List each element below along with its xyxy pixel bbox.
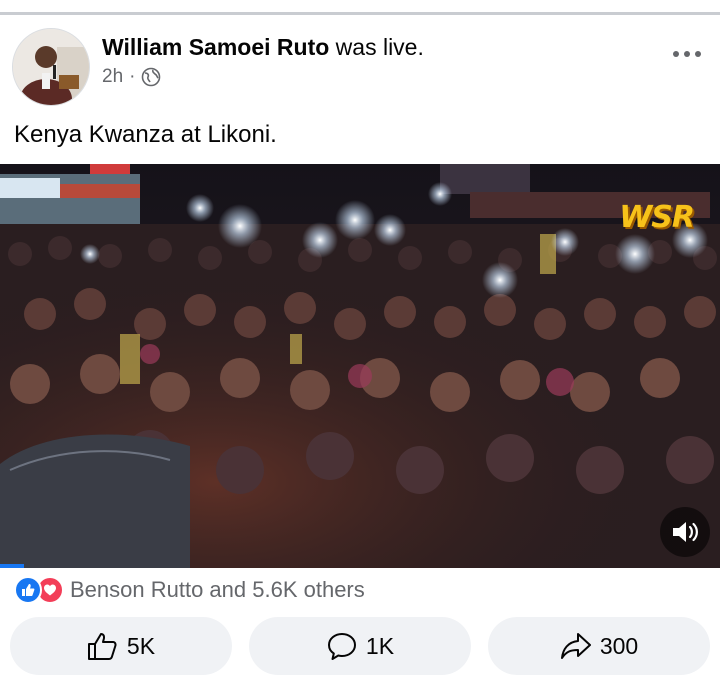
more-options-button[interactable] bbox=[672, 44, 702, 64]
like-count: 5K bbox=[126, 632, 156, 659]
comment-icon bbox=[327, 633, 356, 660]
post-text: Kenya Kwanza at Likoni. bbox=[14, 121, 277, 148]
thumbs-up-icon bbox=[87, 633, 117, 660]
comment-button[interactable]: 1K bbox=[249, 617, 471, 675]
more-dots-icon bbox=[673, 51, 701, 57]
author-name[interactable]: William Samoei Ruto bbox=[102, 34, 329, 60]
sound-toggle-button[interactable] bbox=[660, 507, 710, 557]
share-count: 300 bbox=[599, 632, 639, 659]
author-line: William Samoei Ruto was live. bbox=[102, 34, 424, 61]
share-icon bbox=[560, 633, 591, 659]
share-button[interactable]: 300 bbox=[488, 617, 710, 675]
comment-count: 1K bbox=[365, 632, 395, 659]
like-icon bbox=[14, 576, 42, 604]
post-time[interactable]: 2h bbox=[102, 66, 123, 88]
globe-icon bbox=[141, 67, 161, 87]
reactions-text: Benson Rutto and 5.6K others bbox=[70, 577, 365, 602]
post-meta: 2h · bbox=[102, 66, 161, 88]
like-button[interactable]: 5K bbox=[10, 617, 232, 675]
live-video[interactable]: WSR bbox=[0, 164, 720, 568]
video-watermark: WSR bbox=[619, 200, 695, 235]
speaker-icon bbox=[673, 522, 698, 542]
avatar[interactable] bbox=[12, 28, 90, 106]
author-verb: was live. bbox=[335, 34, 424, 60]
top-divider bbox=[0, 12, 720, 15]
meta-separator: · bbox=[129, 66, 136, 87]
video-progress-bar[interactable] bbox=[0, 564, 24, 568]
reactions-summary[interactable]: Benson Rutto and 5.6K others bbox=[14, 576, 365, 604]
crowd-scene bbox=[0, 164, 720, 568]
